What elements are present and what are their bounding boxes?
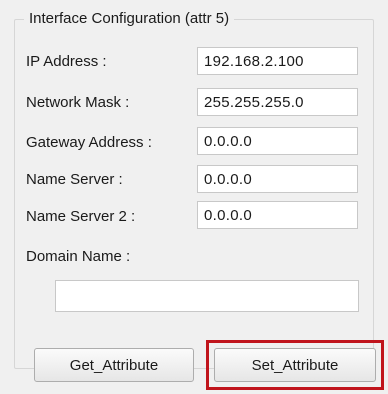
network-mask-label: Network Mask : bbox=[26, 94, 130, 111]
gateway-address-input[interactable] bbox=[197, 127, 358, 155]
gateway-address-label: Gateway Address : bbox=[26, 134, 152, 151]
ip-address-label: IP Address : bbox=[26, 53, 107, 70]
name-server-input[interactable] bbox=[197, 165, 358, 193]
domain-name-input[interactable] bbox=[55, 280, 359, 312]
set-attribute-button[interactable]: Set_Attribute bbox=[214, 348, 376, 382]
groupbox-title: Interface Configuration (attr 5) bbox=[24, 10, 235, 28]
ip-address-input[interactable] bbox=[197, 47, 358, 75]
name-server-2-input[interactable] bbox=[197, 201, 358, 229]
domain-name-label: Domain Name : bbox=[26, 248, 131, 265]
interface-config-panel: Interface Configuration (attr 5) IP Addr… bbox=[0, 0, 388, 394]
name-server-2-label: Name Server 2 : bbox=[26, 208, 136, 225]
get-attribute-button[interactable]: Get_Attribute bbox=[34, 348, 194, 382]
network-mask-input[interactable] bbox=[197, 88, 358, 116]
name-server-label: Name Server : bbox=[26, 171, 123, 188]
